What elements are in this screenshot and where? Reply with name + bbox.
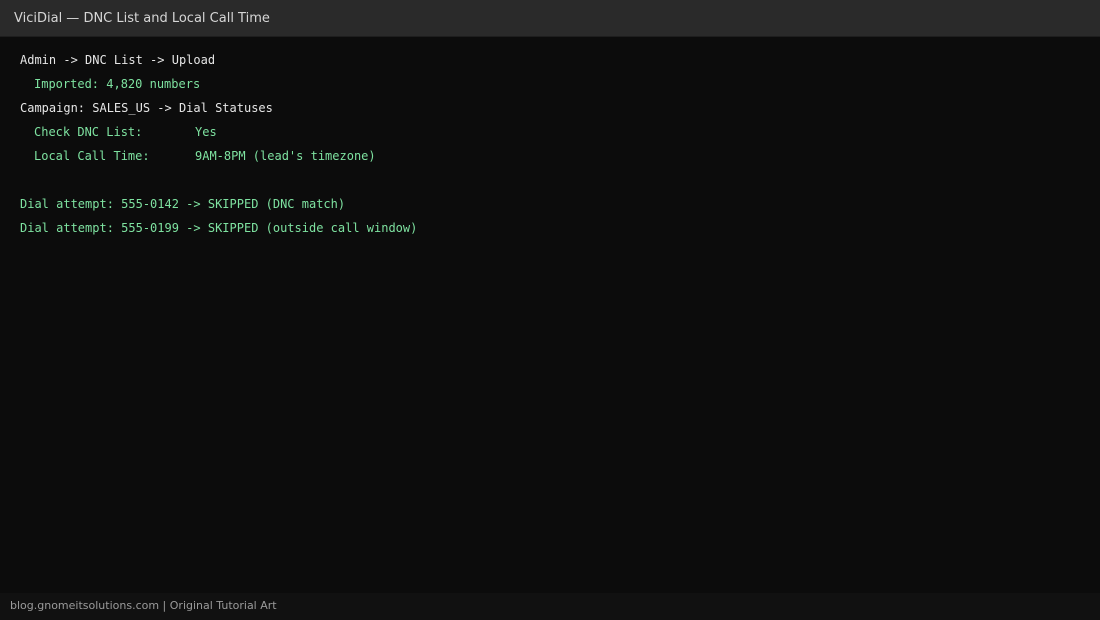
imported-count-line: Imported: 4,820 numbers xyxy=(34,77,201,91)
dial-attempt-line: Dial attempt: 555-0142 -> SKIPPED (DNC m… xyxy=(20,197,346,211)
local-call-time-value: 9AM-8PM (lead's timezone) xyxy=(195,149,376,163)
check-dnc-label: Check DNC List: xyxy=(34,125,143,139)
terminal-window: ViciDial — DNC List and Local Call Time … xyxy=(0,0,1100,620)
footer-credit: blog.gnomeitsolutions.com | Original Tut… xyxy=(10,599,277,612)
footer-bar: blog.gnomeitsolutions.com | Original Tut… xyxy=(0,593,1100,620)
terminal-output[interactable]: Admin -> DNC List -> Upload Imported: 4,… xyxy=(20,48,1080,240)
check-dnc-value: Yes xyxy=(195,125,217,139)
window-title: ViciDial — DNC List and Local Call Time xyxy=(14,11,270,26)
breadcrumb-campaign-statuses: Campaign: SALES_US -> Dial Statuses xyxy=(20,101,273,115)
dial-attempt-line: Dial attempt: 555-0199 -> SKIPPED (outsi… xyxy=(20,221,418,235)
breadcrumb-dnc-upload: Admin -> DNC List -> Upload xyxy=(20,53,216,67)
title-bar[interactable]: ViciDial — DNC List and Local Call Time xyxy=(0,0,1100,37)
local-call-time-label: Local Call Time: xyxy=(34,149,150,163)
local-call-time-setting: Local Call Time: 9AM-8PM (lead's timezone… xyxy=(20,144,1080,168)
check-dnc-setting: Check DNC List: Yes xyxy=(20,120,1080,144)
